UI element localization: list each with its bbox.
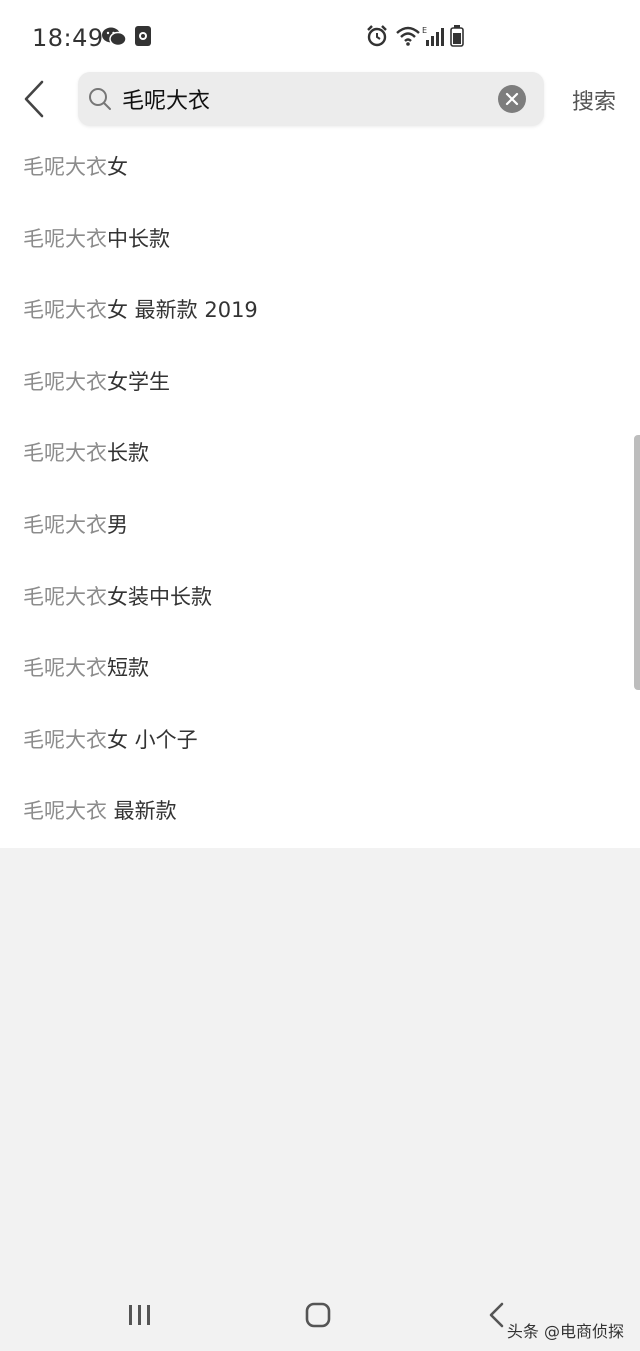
suggestion-suffix: 短款 xyxy=(107,656,149,681)
search-header: 搜索 xyxy=(0,70,640,132)
notification-icon xyxy=(134,25,152,51)
suggestion-prefix: 毛呢大衣 xyxy=(23,441,107,466)
scrollbar-thumb[interactable] xyxy=(634,435,640,690)
watermark-text: 头条 @电商侦探 xyxy=(506,1322,624,1341)
suggestion-suffix: 中长款 xyxy=(107,226,170,251)
suggestion-prefix: 毛呢大衣 xyxy=(23,656,107,681)
suggestion-suffix: 女 最新款 2019 xyxy=(107,298,258,323)
home-button[interactable] xyxy=(288,1290,348,1340)
search-icon xyxy=(88,87,112,115)
suggestion-suffix: 女 xyxy=(107,155,128,179)
search-box[interactable] xyxy=(78,72,544,126)
back-button[interactable] xyxy=(12,76,56,122)
suggestion-list: 毛呢大衣女 毛呢大衣中长款 毛呢大衣女 最新款 2019 毛呢大衣女学生 毛呢大衣长款毛… xyxy=(0,132,640,848)
search-input[interactable] xyxy=(122,81,492,117)
clear-search-button[interactable] xyxy=(498,85,526,113)
suggestion-item[interactable]: 毛呢大衣男 xyxy=(0,490,640,562)
status-bar: 18:49 E xyxy=(0,0,640,70)
chevron-left-icon xyxy=(24,80,44,118)
alarm-icon xyxy=(366,25,388,51)
suggestion-prefix: 毛呢大衣 xyxy=(23,155,107,179)
close-icon xyxy=(505,92,519,106)
suggestion-item[interactable]: 毛呢大衣女 小个子 xyxy=(0,705,640,777)
suggestion-prefix: 毛呢大衣 xyxy=(23,369,107,394)
suggestion-item[interactable]: 毛呢大衣女 最新款 2019 xyxy=(0,275,640,347)
wechat-icon xyxy=(101,25,127,53)
signal-icon: E xyxy=(422,25,444,51)
status-time: 18:49 xyxy=(32,24,104,52)
suggestion-item[interactable]: 毛呢大衣短款 xyxy=(0,633,640,705)
svg-text:E: E xyxy=(422,26,427,35)
suggestion-item[interactable]: 毛呢大衣中长款 xyxy=(0,204,640,276)
recent-apps-button[interactable] xyxy=(110,1290,170,1340)
suggestion-item[interactable]: 毛呢大衣长款 xyxy=(0,418,640,490)
suggestion-prefix: 毛呢大衣 xyxy=(23,727,107,752)
suggestion-suffix: 女装中长款 xyxy=(107,584,212,609)
battery-icon xyxy=(450,25,464,51)
suggestion-prefix: 毛呢大衣 xyxy=(23,584,107,609)
suggestion-prefix: 毛呢大衣 xyxy=(23,298,107,323)
suggestion-item[interactable]: 毛呢大衣 最新款 xyxy=(0,776,640,848)
suggestion-suffix: 女学生 xyxy=(107,369,170,394)
suggestion-suffix: 女 小个子 xyxy=(107,727,198,752)
suggestion-prefix: 毛呢大衣 xyxy=(23,226,107,251)
suggestion-prefix: 毛呢大衣 xyxy=(23,799,107,824)
suggestion-item[interactable]: 毛呢大衣女 xyxy=(0,132,640,204)
home-icon xyxy=(305,1302,331,1328)
search-button[interactable]: 搜索 xyxy=(572,84,616,116)
suggestion-suffix: 长款 xyxy=(107,441,149,466)
wifi-icon xyxy=(395,25,421,51)
suggestion-suffix: 最新款 xyxy=(107,799,177,824)
recents-icon xyxy=(129,1305,150,1325)
suggestion-prefix: 毛呢大衣 xyxy=(23,512,107,537)
suggestion-item[interactable]: 毛呢大衣女学生 xyxy=(0,347,640,419)
suggestion-item[interactable]: 毛呢大衣女装中长款 xyxy=(0,562,640,634)
chevron-left-icon xyxy=(489,1302,504,1328)
suggestion-suffix: 男 xyxy=(107,512,128,537)
